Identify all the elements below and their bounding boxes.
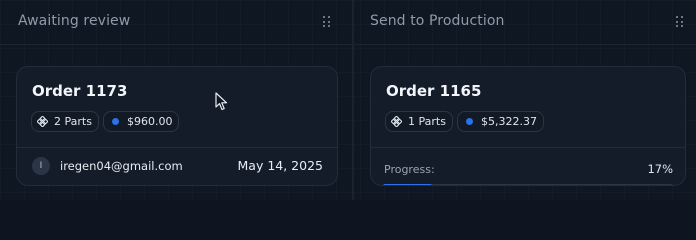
status-dot-icon — [111, 118, 119, 125]
order-card[interactable]: Order 1173 2 Parts $960.00 I iregen04@gm… — [16, 66, 338, 186]
order-chips: 1 Parts $5,322.37 — [385, 111, 544, 132]
column-send-to-production: Send to Production Order 1165 1 Parts $5… — [354, 0, 696, 200]
kanban-board: Awaiting review Order 1173 2 Parts $960.… — [0, 0, 696, 200]
parts-badge: 1 Parts — [385, 111, 453, 132]
parts-label: 1 Parts — [408, 115, 446, 128]
order-date: May 14, 2025 — [237, 158, 323, 173]
order-title: Order 1165 — [386, 82, 482, 100]
mouse-cursor-icon — [215, 92, 228, 111]
column-awaiting-review: Awaiting review Order 1173 2 Parts $960.… — [0, 0, 352, 200]
column-header: Awaiting review — [0, 0, 352, 45]
drag-handle-icon[interactable] — [676, 16, 684, 28]
card-divider — [17, 147, 337, 148]
progress-value: 17% — [647, 162, 673, 176]
order-chips: 2 Parts $960.00 — [31, 111, 180, 132]
order-title: Order 1173 — [32, 82, 128, 100]
column-title: Send to Production — [370, 13, 505, 29]
progress-label: Progress: — [384, 163, 435, 176]
column-title: Awaiting review — [18, 13, 131, 29]
card-divider — [371, 147, 685, 148]
parts-icon — [37, 116, 48, 127]
drag-handle-icon[interactable] — [323, 16, 331, 28]
status-dot-icon — [465, 118, 473, 125]
amount-badge: $5,322.37 — [456, 111, 544, 132]
column-header: Send to Production — [354, 0, 696, 45]
order-card[interactable]: Order 1165 1 Parts $5,322.37 Progress: 1… — [370, 66, 686, 186]
parts-badge: 2 Parts — [31, 111, 99, 132]
parts-icon — [391, 116, 402, 127]
avatar: I — [32, 157, 50, 175]
amount-label: $5,322.37 — [480, 115, 537, 128]
progress-bar-fill — [383, 184, 433, 185]
amount-label: $960.00 — [126, 115, 173, 128]
assignee-email: iregen04@gmail.com — [60, 159, 183, 173]
amount-badge: $960.00 — [102, 111, 180, 132]
progress-bar — [383, 184, 673, 185]
parts-label: 2 Parts — [54, 115, 92, 128]
